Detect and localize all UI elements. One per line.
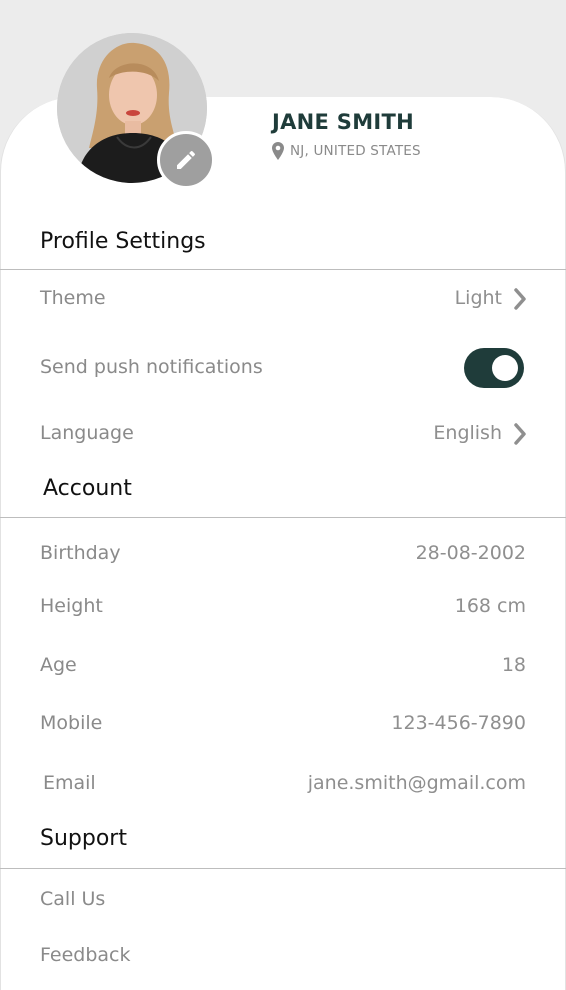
divider — [0, 868, 566, 869]
height-label: Height — [40, 595, 103, 617]
language-value: English — [433, 422, 502, 444]
push-notifications-toggle[interactable] — [464, 348, 524, 388]
email-value: jane.smith@gmail.com — [307, 772, 526, 794]
feedback-item[interactable]: Feedback — [40, 944, 130, 966]
call-us-item[interactable]: Call Us — [40, 888, 105, 910]
divider — [0, 517, 566, 518]
toggle-knob — [492, 355, 518, 381]
section-title-account: Account — [43, 476, 132, 501]
edit-avatar-button[interactable] — [157, 131, 215, 189]
push-notifications-label: Send push notifications — [40, 356, 263, 378]
mobile-label: Mobile — [40, 712, 103, 734]
location-pin-icon — [272, 142, 284, 160]
email-label: Email — [43, 772, 96, 794]
profile-location: NJ, UNITED STATES — [272, 142, 421, 160]
location-text: NJ, UNITED STATES — [290, 143, 421, 159]
chevron-right-icon — [514, 287, 526, 310]
theme-value: Light — [454, 287, 502, 309]
profile-name: JANE SMITH — [272, 110, 415, 134]
section-title-support: Support — [40, 826, 127, 851]
theme-label: Theme — [40, 287, 106, 309]
divider — [0, 269, 566, 270]
birthday-value: 28-08-2002 — [415, 542, 526, 564]
age-label: Age — [40, 654, 77, 676]
age-value: 18 — [501, 654, 526, 676]
mobile-value: 123-456-7890 — [391, 712, 526, 734]
theme-setting[interactable]: Light — [455, 287, 526, 310]
chevron-right-icon — [514, 422, 526, 445]
language-label: Language — [40, 422, 134, 444]
language-setting[interactable]: English — [433, 422, 526, 445]
section-title-profile-settings: Profile Settings — [40, 229, 206, 254]
height-value: 168 cm — [454, 595, 526, 617]
birthday-label: Birthday — [40, 542, 121, 564]
pencil-icon — [177, 150, 196, 169]
